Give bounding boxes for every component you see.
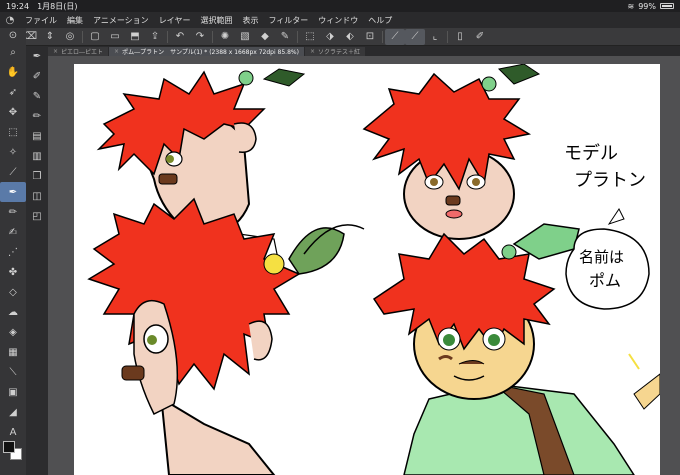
export-icon[interactable]: ⇪ xyxy=(145,29,165,45)
menu-bar: ◔ ファイル 編集 アニメーション レイヤー 選択範囲 表示 フィルター ウィン… xyxy=(0,12,680,28)
eyedropper-icon[interactable]: ⟋ xyxy=(0,162,26,182)
material-icon[interactable]: ◰ xyxy=(26,206,48,226)
new-file-icon[interactable]: ▢ xyxy=(85,29,105,45)
size-stepper-icon[interactable]: ⇕ xyxy=(40,29,60,45)
illustration: モデル プラトン 名前は ポム xyxy=(87,64,660,475)
character-front-top-right xyxy=(362,64,541,240)
gradient-icon[interactable]: ▦ xyxy=(0,342,26,362)
undo-icon[interactable]: ↶ xyxy=(170,29,190,45)
tab-close-icon[interactable]: × xyxy=(114,48,119,55)
tab-pom-plato[interactable]: × ポム―プラトン サンプル(1) * (2388 x 1668px 72dpi… xyxy=(109,47,304,56)
wifi-icon: ≋ xyxy=(627,1,635,11)
pencil-tool-icon[interactable]: ✏ xyxy=(0,202,26,222)
label-name-line2: ポム xyxy=(589,271,621,290)
save-icon[interactable]: ⬒ xyxy=(125,29,145,45)
pen-sub-icon[interactable]: ✒ xyxy=(26,46,48,66)
sub-tool-column: ✒ ✐ ✎ ✏ ▤ ▥ ❒ ◫ ◰ xyxy=(26,46,48,475)
eraser-icon[interactable]: ◇ xyxy=(0,282,26,302)
app-logo-icon[interactable]: ◔ xyxy=(0,12,20,28)
marker-sub-icon[interactable]: ✐ xyxy=(26,66,48,86)
label-model-line2: プラトン xyxy=(574,170,646,191)
tab-socrates[interactable]: × ソクラテス＋紅 xyxy=(304,47,365,56)
menu-view[interactable]: 表示 xyxy=(237,15,263,26)
menu-selection[interactable]: 選択範囲 xyxy=(195,15,237,26)
status-bar: 19:24 1月8日(日) ≋ 99% xyxy=(0,0,680,12)
stack-icon[interactable]: ◫ xyxy=(26,186,48,206)
pen-tool-icon[interactable]: ✒ xyxy=(0,182,26,202)
label-model-line1: モデル xyxy=(564,143,618,164)
special-ruler-snap-icon[interactable]: ⟋ xyxy=(405,28,425,45)
divider xyxy=(297,30,298,43)
drawing-canvas[interactable]: モデル プラトン 名前は ポム xyxy=(74,64,660,475)
tab-label: ピエロ―ピエト xyxy=(61,49,104,56)
open-folder-icon[interactable]: ▭ xyxy=(105,29,125,45)
status-right: ≋ 99% xyxy=(628,2,674,11)
auto-select-icon[interactable]: ✧ xyxy=(0,142,26,162)
clear-icon[interactable]: ▧ xyxy=(235,29,255,45)
device-icon[interactable]: ▯ xyxy=(450,29,470,45)
pen-pressure-icon[interactable]: ⊙ xyxy=(0,28,26,42)
tab-pierrot[interactable]: × ピエロ―ピエト xyxy=(48,47,109,56)
operation-icon[interactable]: ➶ xyxy=(0,82,26,102)
layer-icon[interactable]: ❒ xyxy=(26,166,48,186)
menu-filter[interactable]: フィルター xyxy=(263,15,313,26)
tab-label: ポム―プラトン サンプル(1) * (2388 x 1668px 72dpi 8… xyxy=(122,49,299,56)
move-layer-icon[interactable]: ✥ xyxy=(0,102,26,122)
document-tab-bar: × ピエロ―ピエト × ポム―プラトン サンプル(1) * (2388 x 16… xyxy=(48,46,680,56)
divider xyxy=(82,30,83,43)
turnip-sub-icon[interactable]: ✏ xyxy=(26,106,48,126)
canvas-area[interactable]: モデル プラトン 名前は ポム xyxy=(48,56,680,475)
divider xyxy=(167,30,168,43)
hand-icon[interactable]: ✋ xyxy=(0,62,26,82)
zoom-icon[interactable]: ⌕ xyxy=(0,42,26,62)
figure-icon[interactable]: ⟍ xyxy=(0,362,26,382)
text-icon[interactable]: A xyxy=(0,422,26,442)
divider xyxy=(382,30,383,43)
blend-icon[interactable]: ☁ xyxy=(0,302,26,322)
color-set-icon[interactable]: ▤ xyxy=(26,126,48,146)
grid-snap-icon[interactable]: ⌞ xyxy=(425,29,445,45)
decoration-icon[interactable]: ✤ xyxy=(0,262,26,282)
status-time: 19:24 xyxy=(6,1,30,11)
tab-close-icon[interactable]: × xyxy=(53,48,58,55)
property-icon[interactable]: ▥ xyxy=(26,146,48,166)
tab-label: ソクラテス＋紅 xyxy=(317,49,360,56)
ruler-snap-icon[interactable]: ⟋ xyxy=(385,28,405,45)
menu-animation[interactable]: アニメーション xyxy=(88,15,154,26)
menu-help[interactable]: ヘルプ xyxy=(363,15,397,26)
deselect-icon[interactable]: ⬗ xyxy=(320,29,340,45)
brush-icon[interactable]: ✎ xyxy=(275,29,295,45)
menu-window[interactable]: ウィンドウ xyxy=(313,15,363,26)
brush-tool-icon[interactable]: ✍ xyxy=(0,222,26,242)
ruler-icon[interactable]: ◢ xyxy=(0,402,26,422)
gpen-sub-icon[interactable]: ✎ xyxy=(26,86,48,106)
foreground-color-swatch[interactable] xyxy=(3,441,15,453)
tool-column: ⊙ ⌕ ✋ ➶ ✥ ⬚ ✧ ⟋ ✒ ✏ ✍ ⋰ ✤ ◇ ☁ ◈ ▦ ⟍ ▣ ◢ … xyxy=(0,28,26,475)
battery-icon xyxy=(660,3,674,9)
selection-icon[interactable]: ⬚ xyxy=(0,122,26,142)
redo-icon[interactable]: ↷ xyxy=(190,29,210,45)
menu-layer[interactable]: レイヤー xyxy=(154,15,196,26)
clip-studio-app: 19:24 1月8日(日) ≋ 99% ◔ ファイル 編集 アニメーション レイ… xyxy=(0,0,680,475)
command-bar: ☰ ⌫ ⇕ ◎ ▢ ▭ ⬒ ⇪ ↶ ↷ ✺ ▧ ◆ ✎ ⬚ ⬗ ⬖ ⊡ ⟋ ⟋ … xyxy=(0,28,680,46)
airbrush-icon[interactable]: ⋰ xyxy=(0,242,26,262)
label-name-line1: 名前は xyxy=(579,248,624,266)
select-icon[interactable]: ⊡ xyxy=(360,29,380,45)
edit-icon[interactable]: ✐ xyxy=(470,29,490,45)
menu-file[interactable]: ファイル xyxy=(20,15,62,26)
character-side-bottom-left xyxy=(87,197,345,475)
loading-icon[interactable]: ✺ xyxy=(215,29,235,45)
target-icon[interactable]: ◎ xyxy=(60,29,80,45)
frame-icon[interactable]: ▣ xyxy=(0,382,26,402)
divider xyxy=(447,30,448,43)
invert-icon[interactable]: ⬖ xyxy=(340,29,360,45)
fill-icon[interactable]: ◆ xyxy=(255,29,275,45)
menu-edit[interactable]: 編集 xyxy=(62,15,88,26)
fill-tool-icon[interactable]: ◈ xyxy=(0,322,26,342)
tab-close-icon[interactable]: × xyxy=(310,48,315,55)
battery-percent: 99% xyxy=(638,1,656,11)
status-date: 1月8日(日) xyxy=(37,1,78,11)
transform-icon[interactable]: ⬚ xyxy=(300,29,320,45)
divider xyxy=(212,30,213,43)
